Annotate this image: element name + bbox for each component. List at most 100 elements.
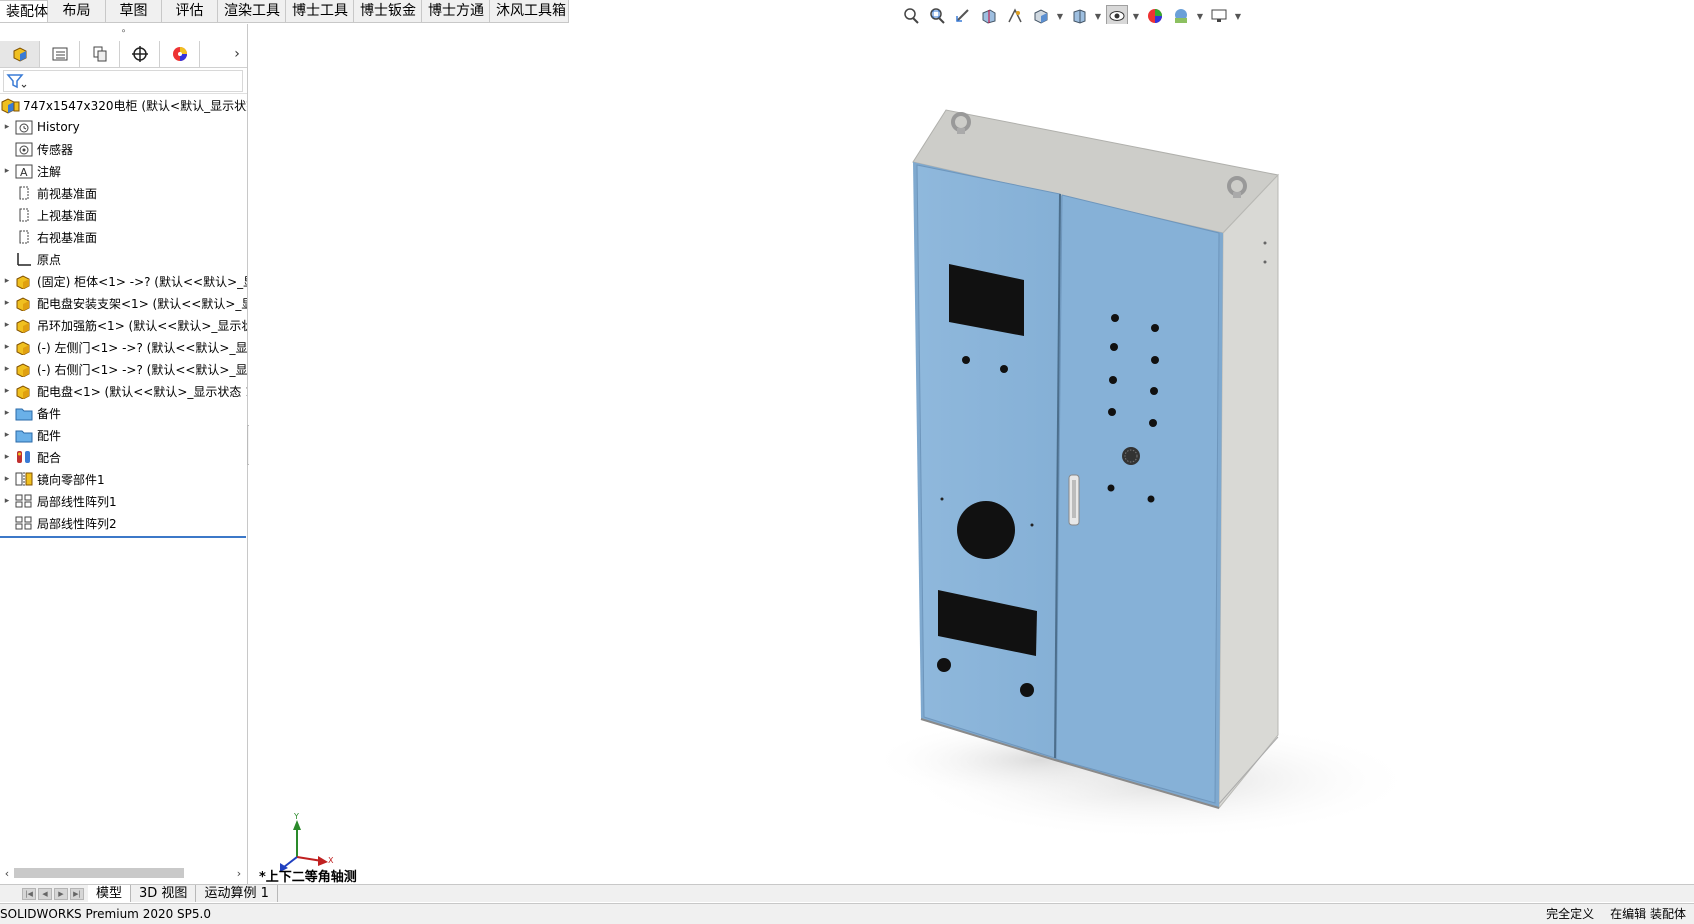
tree-item-label: (-) 右侧门<1> ->? (默认<<默认>_显示状态 1>): [37, 362, 247, 377]
cabinet-model[interactable]: Y X: [249, 24, 1694, 892]
plane-icon: [14, 206, 34, 224]
tree-item-label: 配合: [37, 450, 62, 465]
tab-evaluate[interactable]: 评估: [162, 0, 218, 22]
tree-item[interactable]: 传感器: [0, 138, 247, 160]
sensor-icon: [14, 140, 34, 158]
tree-item[interactable]: 原点: [0, 248, 247, 270]
part-icon: [14, 338, 34, 356]
tree-item[interactable]: 上视基准面: [0, 204, 247, 226]
feature-manager-icon[interactable]: [0, 40, 40, 67]
tab-boshi-tube[interactable]: 博士方通: [422, 0, 490, 22]
configuration-manager-icon[interactable]: [80, 40, 120, 67]
tree-item[interactable]: 前视基准面: [0, 182, 247, 204]
expand-arrow-icon[interactable]: ▸: [0, 364, 14, 374]
tree-item[interactable]: ▸ 备件: [0, 402, 247, 424]
scroll-right-icon[interactable]: ›: [232, 867, 246, 880]
tree-filter-input[interactable]: [3, 69, 243, 92]
panel-grip[interactable]: ⚬: [0, 24, 247, 40]
expand-arrow-icon[interactable]: ▸: [0, 474, 14, 484]
expand-arrow-icon[interactable]: ▸: [0, 386, 14, 396]
tree-item[interactable]: 右视基准面: [0, 226, 247, 248]
chevron-down-icon[interactable]: ▼: [1196, 12, 1204, 21]
chevron-down-icon[interactable]: ▼: [1132, 12, 1140, 21]
tab-sketch[interactable]: 草图: [106, 0, 162, 22]
view-orientation-label: *上下二等角轴测: [259, 870, 357, 885]
prev-tab-icon[interactable]: ◀: [38, 887, 52, 900]
chevron-down-icon[interactable]: ▼: [1234, 12, 1242, 21]
manager-tabs: ›: [0, 40, 247, 68]
chevron-right-icon[interactable]: ›: [227, 46, 247, 62]
assembly-icon: [0, 96, 20, 114]
tree-item-label: 传感器: [37, 142, 74, 157]
part-icon: [14, 294, 34, 312]
display-manager-icon[interactable]: [160, 40, 200, 67]
tree-item[interactable]: ▸ 配合: [0, 446, 247, 468]
tree-item-label: 吊环加强筋<1> (默认<<默认>_显示状态 1>): [37, 318, 247, 333]
tree-item-label: 局部线性阵列1: [37, 494, 117, 509]
last-tab-icon[interactable]: ▶|: [70, 887, 84, 900]
expand-arrow-icon[interactable]: ▸: [0, 276, 14, 286]
tree-item-label: (-) 左侧门<1> ->? (默认<<默认>_显示状态 1>): [37, 340, 247, 355]
tab-motion-study[interactable]: 运动算例 1: [196, 885, 278, 902]
plane-icon: [14, 228, 34, 246]
expand-arrow-icon[interactable]: ▸: [0, 408, 14, 418]
mates-icon: [14, 448, 34, 466]
tree-item-label: History: [37, 120, 80, 134]
tree-item-label: 前视基准面: [37, 186, 98, 201]
tree-item[interactable]: ▸ 配件: [0, 424, 247, 446]
chevron-down-icon[interactable]: ▼: [1056, 12, 1064, 21]
dimxpert-icon[interactable]: [120, 40, 160, 67]
tree-root-label: 747x1547x320电柜 (默认<默认_显示状态-1>): [23, 98, 247, 113]
tree-item[interactable]: ▸ (-) 左侧门<1> ->? (默认<<默认>_显示状态 1>): [0, 336, 247, 358]
feature-tree: 747x1547x320电柜 (默认<默认_显示状态-1>) ▸ History 传…: [0, 94, 247, 538]
tab-boshi-sheetmetal[interactable]: 博士钣金: [354, 0, 422, 22]
expand-arrow-icon[interactable]: ▸: [0, 122, 14, 132]
expand-arrow-icon[interactable]: ▸: [0, 342, 14, 352]
tree-item-label: 原点: [37, 252, 62, 267]
next-tab-icon[interactable]: ▶: [54, 887, 68, 900]
tree-item[interactable]: ▸ A 注解: [0, 160, 247, 182]
tab-boshi-tools[interactable]: 博士工具: [286, 0, 354, 22]
model-view-tabs: |◀ ◀ ▶ ▶| 模型 3D 视图 运动算例 1: [0, 884, 1694, 902]
tree-item[interactable]: ▸ 吊环加强筋<1> (默认<<默认>_显示状态 1>): [0, 314, 247, 336]
scroll-left-icon[interactable]: ‹: [0, 867, 14, 880]
expand-arrow-icon[interactable]: ▸: [0, 452, 14, 462]
feature-manager-panel: ⚬ › 747x1547x320电柜 (默认<默认_显示状 ▸ History …: [0, 24, 248, 892]
tab-mufeng-toolbox[interactable]: 沐风工具箱: [490, 0, 569, 22]
tab-layout[interactable]: 布局: [48, 0, 106, 22]
tab-assembly[interactable]: 装配体: [0, 0, 48, 22]
scroll-thumb[interactable]: [14, 868, 184, 878]
tree-item[interactable]: ▸ 局部线性阵列1: [0, 490, 247, 512]
tree-root-assembly[interactable]: 747x1547x320电柜 (默认<默认_显示状态-1>): [0, 94, 247, 116]
tree-item[interactable]: ▸ 配电盘安装支架<1> (默认<<默认>_显示状态 1>): [0, 292, 247, 314]
tree-item[interactable]: 局部线性阵列2: [0, 512, 247, 534]
tab-render-tools[interactable]: 渲染工具: [218, 0, 286, 22]
tree-item[interactable]: ▸ History: [0, 116, 247, 138]
tree-item[interactable]: ▸ 配电盘<1> (默认<<默认>_显示状态 1>): [0, 380, 247, 402]
property-manager-icon[interactable]: [40, 40, 80, 67]
tree-item[interactable]: ▸ 镜向零部件1: [0, 468, 247, 490]
coordinate-triad: Y X: [280, 812, 334, 872]
origin-icon: [14, 250, 34, 268]
tree-item[interactable]: ▸ (-) 右侧门<1> ->? (默认<<默认>_显示状态 1>): [0, 358, 247, 380]
tree-item-label: 镜向零部件1: [37, 472, 105, 487]
tab-model[interactable]: 模型: [88, 885, 132, 902]
expand-arrow-icon[interactable]: ▸: [0, 166, 14, 176]
first-tab-icon[interactable]: |◀: [22, 887, 36, 900]
expand-arrow-icon[interactable]: ▸: [0, 298, 14, 308]
expand-arrow-icon[interactable]: ▸: [0, 496, 14, 506]
graphics-area[interactable]: Y X: [249, 24, 1694, 892]
mirror-component-icon: [14, 470, 34, 488]
expand-arrow-icon[interactable]: ▸: [0, 430, 14, 440]
rollback-bar[interactable]: [0, 536, 246, 538]
command-manager-tabs: 装配体 布局 草图 评估 渲染工具 博士工具 博士钣金 博士方通 沐风工具箱: [0, 0, 569, 23]
expand-arrow-icon[interactable]: ▸: [0, 320, 14, 330]
tree-item[interactable]: ▸ (固定) 柜体<1> ->? (默认<<默认>_显示状态 1>): [0, 270, 247, 292]
solidworks-window: 装配体 布局 草图 评估 渲染工具 博士工具 博士钣金 博士方通 沐风工具箱 ▼: [0, 0, 1694, 924]
tree-horizontal-scrollbar[interactable]: ‹ ›: [0, 864, 246, 882]
tree-item-label: 局部线性阵列2: [37, 516, 117, 531]
chevron-down-icon[interactable]: ▼: [1094, 12, 1102, 21]
tab-3d-view[interactable]: 3D 视图: [131, 885, 197, 902]
tab-scroll-arrows[interactable]: |◀ ◀ ▶ ▶|: [0, 886, 88, 902]
definition-status: 完全定义: [1546, 907, 1595, 921]
